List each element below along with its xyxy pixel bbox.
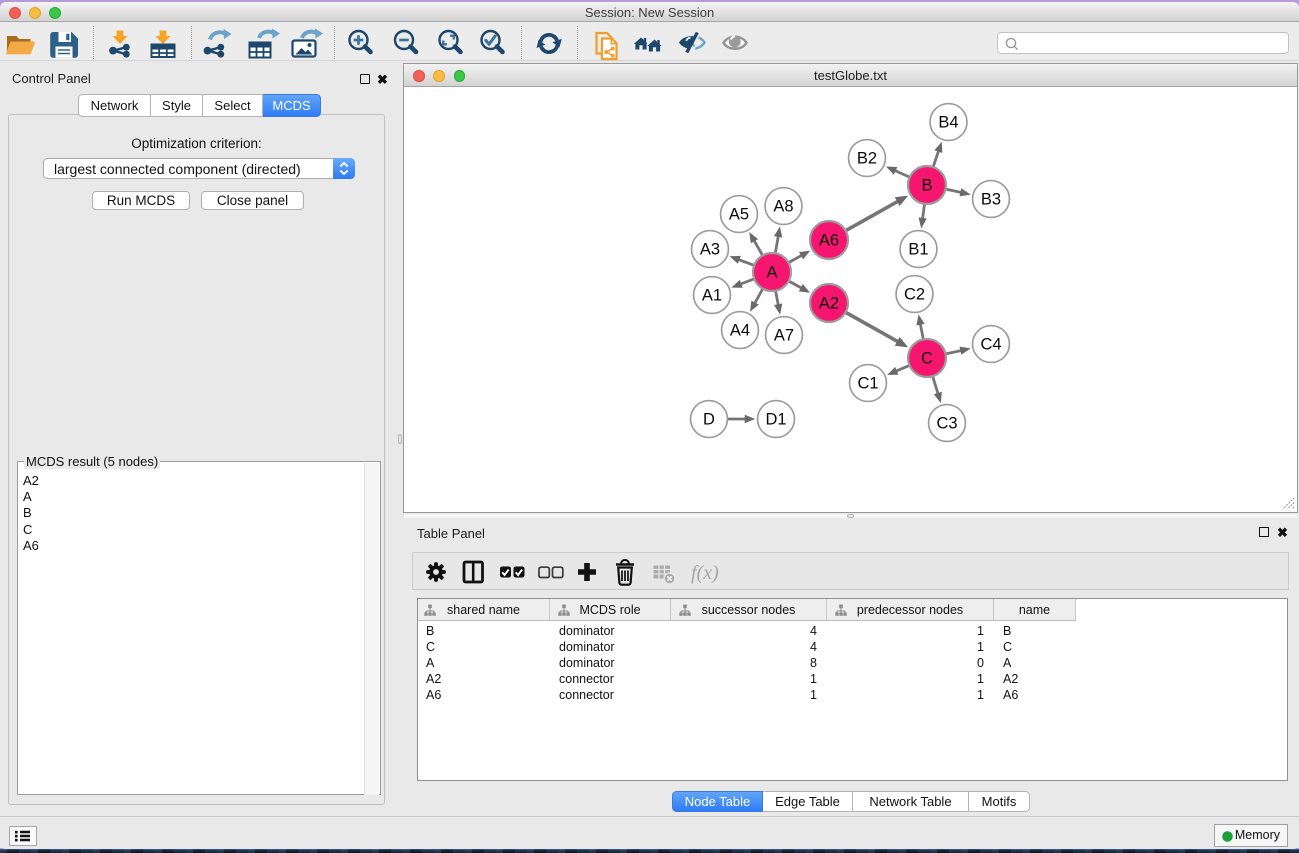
svg-text:A1: A1 bbox=[702, 287, 722, 305]
svg-text:C1: C1 bbox=[857, 375, 878, 393]
svg-text:D: D bbox=[703, 411, 715, 429]
svg-text:B: B bbox=[921, 177, 932, 195]
svg-text:A: A bbox=[766, 264, 777, 282]
svg-text:B2: B2 bbox=[857, 150, 877, 168]
svg-text:A3: A3 bbox=[700, 241, 720, 259]
svg-text:A4: A4 bbox=[730, 322, 750, 340]
svg-text:A8: A8 bbox=[773, 198, 793, 216]
svg-text:D1: D1 bbox=[765, 411, 786, 429]
svg-text:B1: B1 bbox=[908, 241, 928, 259]
svg-text:A2: A2 bbox=[819, 295, 839, 313]
svg-text:A7: A7 bbox=[774, 327, 794, 345]
svg-text:f(x): f(x) bbox=[691, 562, 719, 584]
svg-text:A5: A5 bbox=[729, 206, 749, 224]
svg-text:C2: C2 bbox=[904, 286, 925, 304]
svg-text:B3: B3 bbox=[981, 191, 1001, 209]
svg-text:C: C bbox=[921, 350, 933, 368]
svg-text:B4: B4 bbox=[938, 114, 958, 132]
svg-text:C3: C3 bbox=[936, 415, 957, 433]
svg-text:C4: C4 bbox=[980, 336, 1001, 354]
svg-text:A6: A6 bbox=[819, 232, 839, 250]
